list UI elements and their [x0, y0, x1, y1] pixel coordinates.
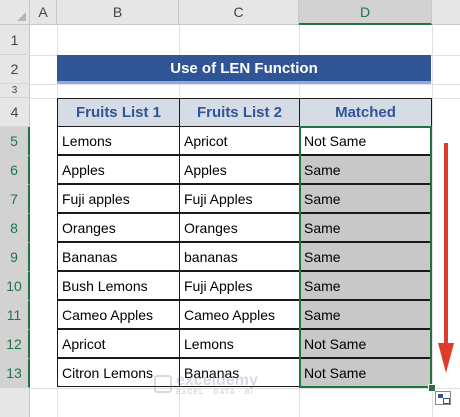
cell-b11[interactable]: Cameo Apples	[57, 300, 180, 329]
cell-d12[interactable]: Not Same	[299, 329, 432, 358]
sheet-title: Use of LEN Function	[57, 55, 431, 84]
watermark: exceldemy EXCEL · DATA · BI	[154, 371, 304, 397]
row-header-9[interactable]: 9	[0, 243, 30, 272]
row-header-8[interactable]: 8	[0, 214, 30, 243]
cell-b10[interactable]: Bush Lemons	[57, 271, 180, 300]
watermark-logo-icon	[154, 375, 172, 393]
cell-d13[interactable]: Not Same	[299, 358, 432, 387]
cell-c12[interactable]: Lemons	[179, 329, 300, 358]
cell-d5[interactable]: Not Same	[299, 126, 432, 155]
select-all-corner[interactable]	[0, 0, 30, 25]
cell-b6[interactable]: Apples	[57, 155, 180, 184]
cell-d10[interactable]: Same	[299, 271, 432, 300]
cell-d6[interactable]: Same	[299, 155, 432, 184]
cell-d9[interactable]: Same	[299, 242, 432, 271]
row-header-6[interactable]: 6	[0, 156, 30, 185]
cell-b8[interactable]: Oranges	[57, 213, 180, 242]
column-header-b[interactable]: B	[57, 0, 179, 25]
row-header-10[interactable]: 10	[0, 272, 30, 301]
row-header-7[interactable]: 7	[0, 185, 30, 214]
row-header-3[interactable]: 3	[0, 84, 30, 98]
cell-c5[interactable]: Apricot	[179, 126, 300, 155]
row-header-2[interactable]: 2	[0, 55, 30, 84]
cell-c7[interactable]: Fuji Apples	[179, 184, 300, 213]
cell-c6[interactable]: Apples	[179, 155, 300, 184]
row-header-4[interactable]: 4	[0, 98, 30, 127]
row-header-5[interactable]: 5	[0, 127, 30, 156]
cell-d8[interactable]: Same	[299, 213, 432, 242]
column-header-e[interactable]	[432, 0, 460, 25]
header-matched[interactable]: Matched	[299, 98, 432, 127]
header-fruits-list-2[interactable]: Fruits List 2	[179, 98, 300, 127]
cell-d7[interactable]: Same	[299, 184, 432, 213]
cell-c11[interactable]: Cameo Apples	[179, 300, 300, 329]
down-arrow-icon	[438, 143, 454, 373]
column-header-d[interactable]: D	[299, 0, 432, 25]
cell-b5[interactable]: Lemons	[57, 126, 180, 155]
cell-c8[interactable]: Oranges	[179, 213, 300, 242]
row-header-13[interactable]: 13	[0, 359, 30, 388]
watermark-text: exceldemy	[176, 371, 258, 389]
cell-b7[interactable]: Fuji apples	[57, 184, 180, 213]
cell-b12[interactable]: Apricot	[57, 329, 180, 358]
cell-c9[interactable]: bananas	[179, 242, 300, 271]
row-header-11[interactable]: 11	[0, 301, 30, 330]
row-header-12[interactable]: 12	[0, 330, 30, 359]
quick-analysis-icon[interactable]	[435, 391, 451, 405]
cell-c10[interactable]: Fuji Apples	[179, 271, 300, 300]
watermark-subtext: EXCEL · DATA · BI	[176, 388, 254, 396]
header-fruits-list-1[interactable]: Fruits List 1	[57, 98, 180, 127]
spreadsheet-grid: A B C D 1 2 3 4 5 6 7 8 9 10 11 12 13 Us…	[0, 0, 460, 417]
cell-d11[interactable]: Same	[299, 300, 432, 329]
row-header-1[interactable]: 1	[0, 25, 30, 55]
row-header-14[interactable]	[0, 388, 30, 417]
column-header-a[interactable]: A	[30, 0, 57, 25]
column-header-c[interactable]: C	[179, 0, 299, 25]
cell-b9[interactable]: Bananas	[57, 242, 180, 271]
